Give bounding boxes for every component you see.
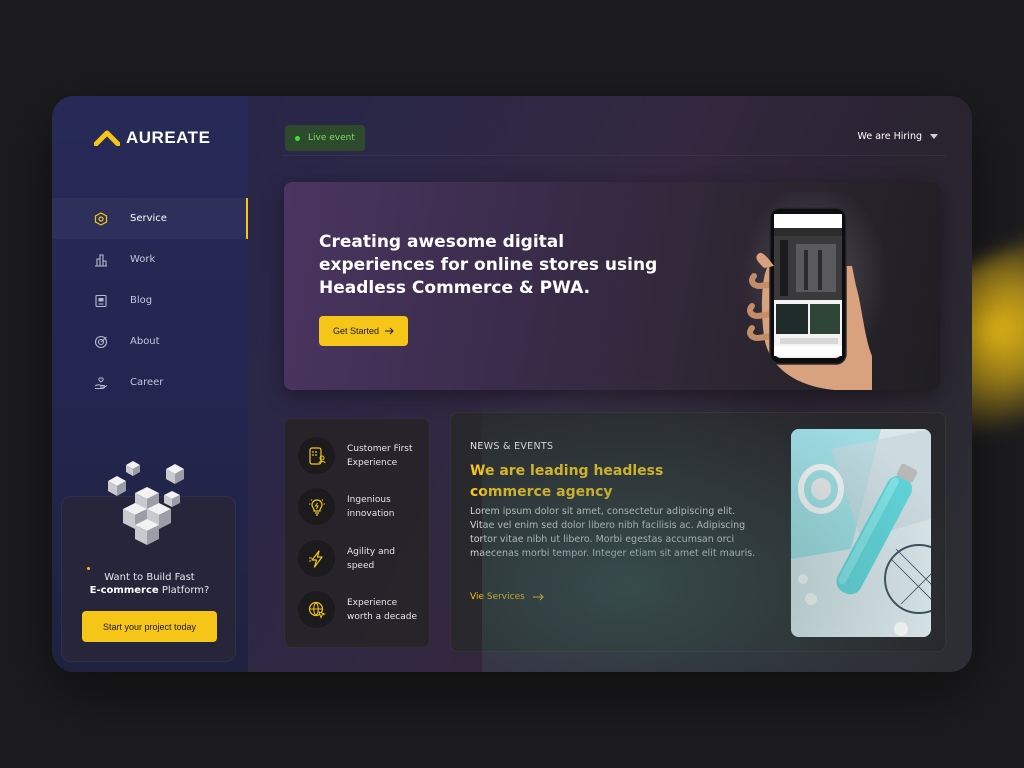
- get-started-label: Get Started: [332, 326, 380, 336]
- logo-chevron-icon: [94, 130, 120, 146]
- hero-title: Creating awesome digital experiences for…: [319, 232, 658, 298]
- news-body-fade: [470, 553, 760, 575]
- features-card: Customer First Experience Ingenious inno…: [284, 418, 430, 648]
- sidebar-item-service[interactable]: Service: [52, 198, 248, 239]
- live-indicator-dot: [295, 135, 300, 141]
- feature-item: Experience worth a decade: [298, 591, 423, 628]
- brand-logo[interactable]: AUREATE: [94, 128, 210, 148]
- cubes-illustration: [108, 461, 184, 545]
- promo-highlight: E-commerce: [89, 585, 159, 596]
- view-services-label: Vie Services: [470, 592, 525, 602]
- sidebar-item-label: Blog: [130, 295, 153, 306]
- sidebar-item-about[interactable]: About: [52, 321, 248, 362]
- document-icon: [94, 294, 108, 308]
- top-bar: Live event We are Hiring: [282, 122, 946, 156]
- get-started-button[interactable]: Get Started: [319, 316, 408, 346]
- sidebar-item-career[interactable]: Career: [52, 362, 248, 403]
- hero-banner: Creating awesome digital experiences for…: [284, 182, 940, 390]
- promo-card: Want to Build Fast E-commerce Platform? …: [61, 461, 237, 662]
- hexagon-icon: [94, 211, 108, 226]
- sidebar-item-label: Work: [130, 254, 156, 265]
- caret-down-icon: [930, 134, 938, 139]
- brand-name: AUREATE: [126, 128, 211, 147]
- arrow-right-icon: [532, 593, 544, 601]
- live-event-label: Live event: [308, 133, 355, 143]
- news-title: We are leading headless commerce agency: [470, 463, 664, 500]
- sidebar-item-blog[interactable]: Blog: [52, 280, 248, 321]
- globe-cursor-icon: [298, 591, 335, 628]
- promo-text-line2: E-commerce Platform?: [62, 585, 237, 596]
- feature-item: Customer First Experience: [298, 437, 423, 474]
- sidebar-item-label: Service: [130, 213, 167, 224]
- app-window: AUREATE Service Work Blog About Career W…: [52, 96, 972, 672]
- news-section-tag: NEWS & EVENTS: [470, 441, 554, 452]
- feature-label: Customer First Experience: [347, 443, 413, 468]
- feature-label: Agility and speed: [347, 546, 396, 571]
- target-icon: [94, 335, 108, 349]
- hiring-dropdown[interactable]: We are Hiring: [858, 131, 938, 142]
- promo-text-rest: Platform?: [158, 585, 210, 596]
- hand-heart-icon: [94, 376, 108, 390]
- sidebar: AUREATE Service Work Blog About Career W…: [52, 96, 248, 672]
- feature-label: Ingenious innovation: [347, 494, 395, 519]
- news-card: NEWS & EVENTS We are leading headless co…: [450, 412, 946, 652]
- sidebar-nav: Service Work Blog About Career: [52, 198, 248, 403]
- sidebar-item-label: About: [130, 336, 160, 347]
- feature-item: Ingenious innovation: [298, 488, 423, 525]
- decorative-dot: [87, 567, 90, 570]
- lightbulb-icon: [298, 488, 335, 525]
- customer-icon: [298, 437, 335, 474]
- sidebar-item-work[interactable]: Work: [52, 239, 248, 280]
- building-icon: [94, 253, 108, 267]
- view-services-link[interactable]: Vie Services: [470, 592, 544, 602]
- feature-item: Agility and speed: [298, 540, 423, 577]
- start-project-button[interactable]: Start your project today: [82, 611, 217, 642]
- promo-text-line1: Want to Build Fast: [104, 572, 195, 583]
- phone-in-hand-image: [747, 207, 872, 390]
- feature-label: Experience worth a decade: [347, 597, 418, 622]
- lightning-icon: [298, 540, 335, 577]
- hiring-label: We are Hiring: [857, 131, 922, 142]
- arrow-right-icon: [385, 327, 394, 335]
- product-photo-image: [791, 429, 931, 637]
- live-event-badge[interactable]: Live event: [285, 125, 365, 151]
- sidebar-item-label: Career: [130, 377, 164, 388]
